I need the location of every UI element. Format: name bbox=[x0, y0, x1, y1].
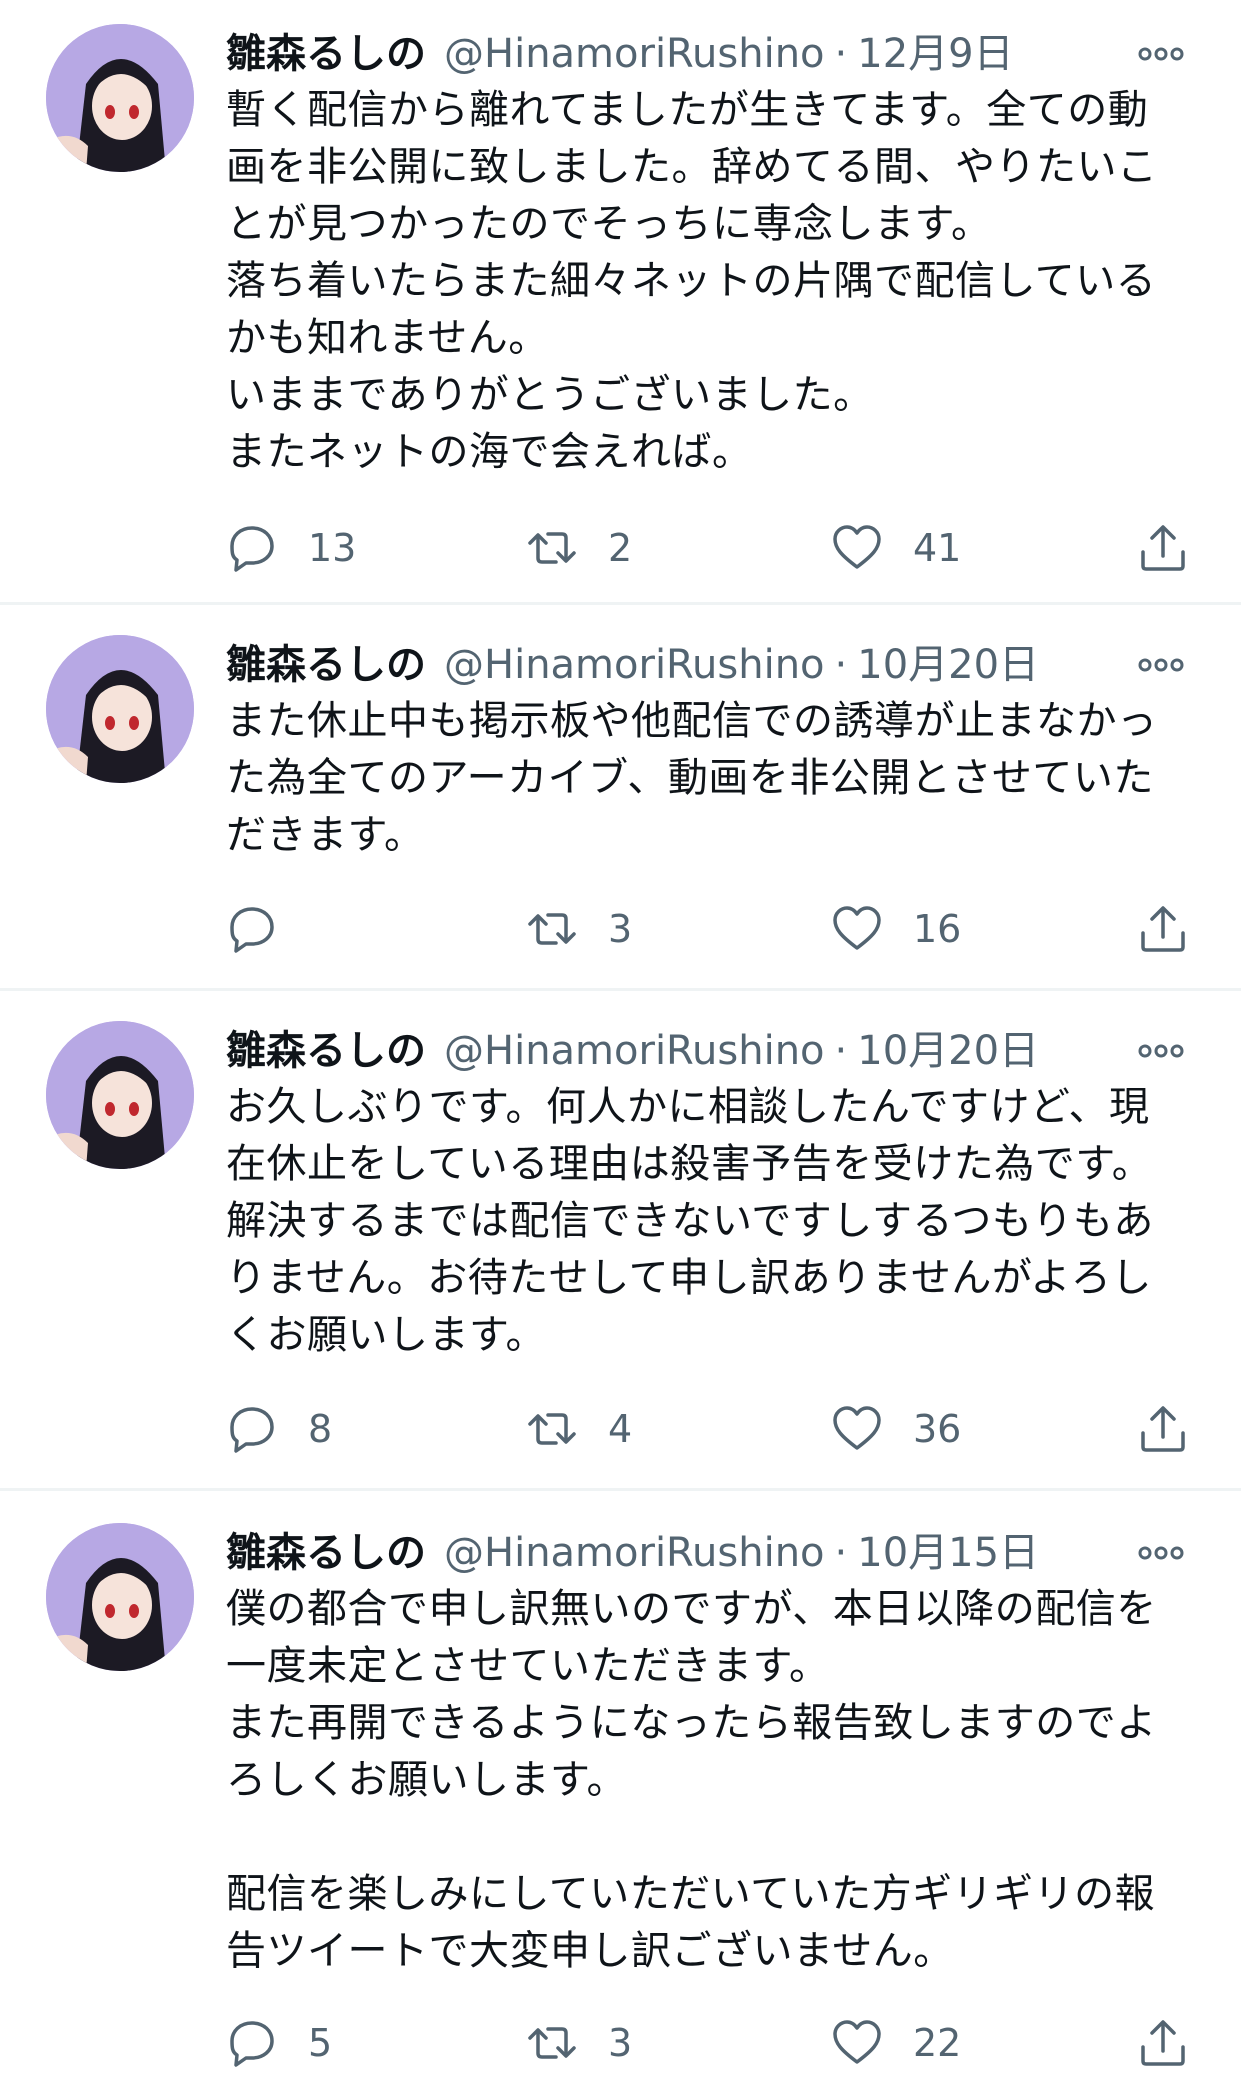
avatar-image bbox=[46, 1523, 194, 1671]
reply-button[interactable]: 13 bbox=[226, 518, 356, 578]
retweet-count: 3 bbox=[608, 907, 633, 951]
avatar-image bbox=[46, 635, 194, 783]
user-handle[interactable]: @HinamoriRushino bbox=[444, 1021, 825, 1081]
like-icon bbox=[833, 1406, 881, 1450]
reply-button[interactable] bbox=[226, 899, 308, 959]
like-count: 16 bbox=[913, 907, 962, 951]
reply-count: 8 bbox=[308, 1407, 333, 1451]
avatar[interactable] bbox=[46, 635, 194, 783]
share-icon bbox=[1141, 525, 1185, 571]
retweet-icon bbox=[528, 913, 576, 945]
share-button[interactable] bbox=[1137, 518, 1189, 578]
tweet-header: 雛森るしの @HinamoriRushino · 10月20日 bbox=[226, 1021, 1189, 1081]
tweet-text: 僕の都合で申し訳無いのですが、本日以降の配信を 一度未定とさせていただきます。 … bbox=[226, 1586, 1157, 1974]
retweet-button[interactable]: 3 bbox=[526, 2013, 632, 2073]
avatar-image bbox=[46, 1021, 194, 1169]
user-handle[interactable]: @HinamoriRushino bbox=[444, 1523, 825, 1583]
tweet-text: お久しぶりです。何人かに相談したんですけど、現 在休止をしている理由は殺害予告を… bbox=[226, 1084, 1154, 1358]
tweet-date[interactable]: 12月9日 bbox=[857, 24, 1013, 84]
like-button[interactable]: 41 bbox=[831, 518, 961, 578]
like-count: 36 bbox=[913, 1407, 962, 1451]
share-icon bbox=[1141, 906, 1185, 952]
tweet[interactable]: 雛森るしの @HinamoriRushino · 10月20日 また休止中も掲示… bbox=[0, 605, 1241, 991]
retweet-count: 2 bbox=[608, 526, 633, 570]
more-button[interactable] bbox=[1137, 24, 1185, 84]
timeline: 雛森るしの @HinamoriRushino · 12月9日 暫く配信から離れて… bbox=[0, 0, 1241, 2078]
tweet-header: 雛森るしの @HinamoriRushino · 10月20日 bbox=[226, 635, 1189, 695]
avatar-image bbox=[46, 24, 194, 172]
more-icon bbox=[1138, 658, 1184, 672]
reply-icon bbox=[230, 907, 274, 953]
separator-dot: · bbox=[834, 1028, 848, 1074]
separator-dot: · bbox=[834, 642, 848, 688]
share-button[interactable] bbox=[1137, 1399, 1189, 1459]
reply-icon bbox=[230, 526, 274, 572]
retweet-button[interactable]: 2 bbox=[526, 518, 632, 578]
tweet-header: 雛森るしの @HinamoriRushino · 10月15日 bbox=[226, 1523, 1189, 1583]
like-button[interactable]: 22 bbox=[831, 2013, 961, 2073]
separator-dot: · bbox=[834, 1530, 848, 1576]
retweet-icon bbox=[528, 2027, 576, 2059]
tweet-date[interactable]: 10月20日 bbox=[857, 635, 1039, 695]
user-handle[interactable]: @HinamoriRushino bbox=[444, 24, 825, 84]
like-button[interactable]: 16 bbox=[831, 899, 961, 959]
reply-count: 5 bbox=[308, 2021, 333, 2065]
action-bar: 5 3 22 bbox=[226, 2013, 1189, 2073]
display-name[interactable]: 雛森るしの bbox=[226, 1523, 426, 1583]
separator-dot: · bbox=[834, 31, 848, 77]
tweet[interactable]: 雛森るしの @HinamoriRushino · 10月20日 お久しぶりです。… bbox=[0, 991, 1241, 1491]
like-icon bbox=[833, 2020, 881, 2064]
share-icon bbox=[1141, 2020, 1185, 2066]
like-icon bbox=[833, 906, 881, 950]
like-icon bbox=[833, 525, 881, 569]
like-count: 41 bbox=[913, 526, 962, 570]
tweet[interactable]: 雛森るしの @HinamoriRushino · 10月15日 僕の都合で申し訳… bbox=[0, 1491, 1241, 2078]
retweet-button[interactable]: 4 bbox=[526, 1399, 632, 1459]
reply-count: 13 bbox=[308, 526, 357, 570]
action-bar: 3 16 bbox=[226, 899, 1189, 959]
avatar[interactable] bbox=[46, 1021, 194, 1169]
reply-icon bbox=[230, 1407, 274, 1453]
share-icon bbox=[1141, 1406, 1185, 1452]
tweet[interactable]: 雛森るしの @HinamoriRushino · 12月9日 暫く配信から離れて… bbox=[0, 0, 1241, 605]
like-count: 22 bbox=[913, 2021, 962, 2065]
retweet-count: 3 bbox=[608, 2021, 633, 2065]
retweet-icon bbox=[528, 532, 576, 564]
display-name[interactable]: 雛森るしの bbox=[226, 635, 426, 695]
like-button[interactable]: 36 bbox=[831, 1399, 961, 1459]
display-name[interactable]: 雛森るしの bbox=[226, 24, 426, 84]
share-button[interactable] bbox=[1137, 2013, 1189, 2073]
more-button[interactable] bbox=[1137, 1021, 1185, 1081]
reply-button[interactable]: 5 bbox=[226, 2013, 332, 2073]
more-icon bbox=[1138, 47, 1184, 61]
tweet-text: 暫く配信から離れてましたが生きてます。全ての動 画を非公開に致しました。辞めてる… bbox=[226, 87, 1158, 475]
tweet-header: 雛森るしの @HinamoriRushino · 12月9日 bbox=[226, 24, 1189, 84]
tweet-date[interactable]: 10月15日 bbox=[857, 1523, 1039, 1583]
user-handle[interactable]: @HinamoriRushino bbox=[444, 635, 825, 695]
more-icon bbox=[1138, 1546, 1184, 1560]
display-name[interactable]: 雛森るしの bbox=[226, 1021, 426, 1081]
avatar[interactable] bbox=[46, 1523, 194, 1671]
share-button[interactable] bbox=[1137, 899, 1189, 959]
action-bar: 8 4 36 bbox=[226, 1399, 1189, 1459]
more-button[interactable] bbox=[1137, 1523, 1185, 1583]
more-button[interactable] bbox=[1137, 635, 1185, 695]
retweet-button[interactable]: 3 bbox=[526, 899, 632, 959]
reply-button[interactable]: 8 bbox=[226, 1399, 332, 1459]
retweet-count: 4 bbox=[608, 1407, 633, 1451]
action-bar: 13 2 41 bbox=[226, 518, 1189, 578]
tweet-date[interactable]: 10月20日 bbox=[857, 1021, 1039, 1081]
avatar[interactable] bbox=[46, 24, 194, 172]
retweet-icon bbox=[528, 1413, 576, 1445]
more-icon bbox=[1138, 1044, 1184, 1058]
tweet-text: また休止中も掲示板や他配信での誘導が止まなかっ た為全てのアーカイブ、動画を非公… bbox=[226, 698, 1158, 858]
reply-icon bbox=[230, 2021, 274, 2067]
